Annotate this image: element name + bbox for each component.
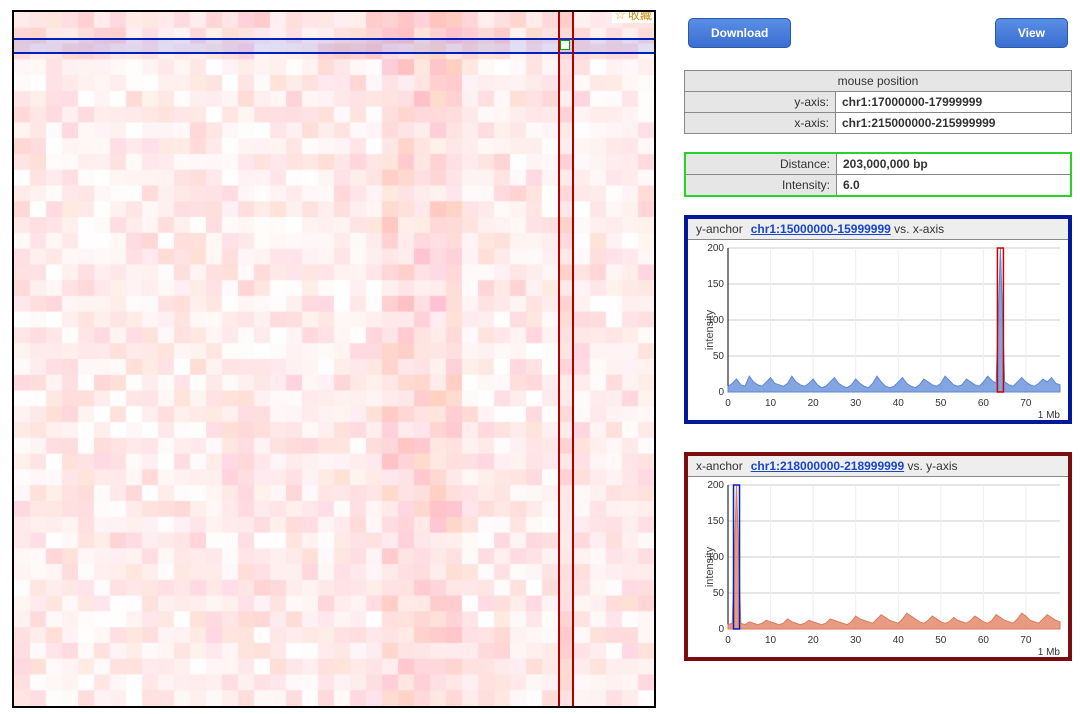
x-anchor-plot-body: intensity 0501001502000102030405060701 M… <box>688 477 1068 657</box>
heatmap-canvas <box>14 12 654 706</box>
mouse-position-header: mouse position <box>685 71 1072 92</box>
svg-text:60: 60 <box>978 398 990 409</box>
distance-value: 203,000,000 bp <box>837 153 1072 175</box>
favorite-label: 收藏 <box>628 10 652 23</box>
svg-text:50: 50 <box>713 588 725 599</box>
svg-text:0: 0 <box>725 635 731 646</box>
y-anchor-vs: vs. x-axis <box>891 222 944 236</box>
svg-text:40: 40 <box>893 398 905 409</box>
svg-text:20: 20 <box>808 398 820 409</box>
x-anchor-plot: x-anchor chr1:218000000-218999999 vs. y-… <box>684 452 1072 661</box>
download-button[interactable]: Download <box>688 18 791 48</box>
y-anchor-link[interactable]: chr1:15000000-15999999 <box>751 222 891 236</box>
svg-text:40: 40 <box>893 635 905 646</box>
mouse-position-table: mouse position y-axis: chr1:17000000-179… <box>684 70 1072 134</box>
svg-text:30: 30 <box>850 398 862 409</box>
star-icon: ☆ <box>614 10 626 23</box>
y-anchor-plot-body: intensity 0501001502000102030405060701 M… <box>688 240 1068 420</box>
svg-text:0: 0 <box>718 624 724 635</box>
x-anchor-label: x-anchor <box>696 459 743 473</box>
svg-text:200: 200 <box>707 480 724 491</box>
svg-text:150: 150 <box>707 279 724 290</box>
x-axis-label: x-axis: <box>685 113 836 134</box>
svg-text:100: 100 <box>707 315 724 326</box>
intensity-label: Intensity: <box>685 175 837 197</box>
svg-text:200: 200 <box>707 243 724 254</box>
x-anchor-vs: vs. y-axis <box>904 459 957 473</box>
svg-text:20: 20 <box>808 635 820 646</box>
y-anchor-plot: y-anchor chr1:15000000-15999999 vs. x-ax… <box>684 215 1072 424</box>
view-button[interactable]: View <box>995 18 1068 48</box>
svg-text:0: 0 <box>725 398 731 409</box>
svg-text:50: 50 <box>935 398 947 409</box>
svg-text:100: 100 <box>707 552 724 563</box>
svg-text:70: 70 <box>1020 635 1032 646</box>
heatmap[interactable]: ☆ 收藏 <box>12 10 656 708</box>
y-anchor-label: y-anchor <box>696 222 743 236</box>
svg-text:70: 70 <box>1020 398 1032 409</box>
svg-text:0: 0 <box>718 387 724 398</box>
svg-text:50: 50 <box>713 351 725 362</box>
svg-text:10: 10 <box>765 635 777 646</box>
svg-text:30: 30 <box>850 635 862 646</box>
svg-text:1 Mb: 1 Mb <box>1038 410 1061 420</box>
svg-text:60: 60 <box>978 635 990 646</box>
distance-table: Distance: 203,000,000 bp Intensity: 6.0 <box>684 152 1072 197</box>
svg-text:10: 10 <box>765 398 777 409</box>
x-axis-value: chr1:215000000-215999999 <box>836 113 1072 134</box>
distance-label: Distance: <box>685 153 837 175</box>
svg-text:50: 50 <box>935 635 947 646</box>
intensity-value: 6.0 <box>837 175 1072 197</box>
favorite-button[interactable]: ☆ 收藏 <box>612 10 654 23</box>
y-axis-value: chr1:17000000-17999999 <box>836 92 1072 113</box>
x-anchor-link[interactable]: chr1:218000000-218999999 <box>751 459 904 473</box>
svg-text:150: 150 <box>707 516 724 527</box>
svg-text:1 Mb: 1 Mb <box>1038 647 1061 657</box>
y-axis-label: y-axis: <box>685 92 836 113</box>
